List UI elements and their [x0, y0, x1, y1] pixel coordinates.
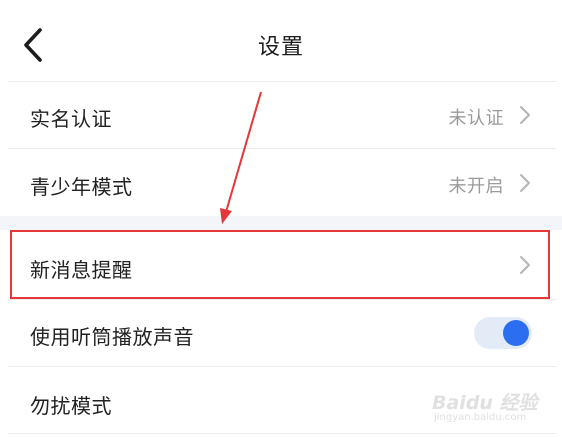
- settings-row-teen-mode[interactable]: 青少年模式 未开启: [0, 149, 562, 216]
- page-title: 设置: [257, 35, 304, 60]
- divider: [8, 433, 556, 434]
- row-label: 青少年模式: [30, 175, 133, 199]
- section-gap: [0, 216, 562, 230]
- chevron-right-icon: [520, 256, 530, 274]
- settings-screen: 设置 实名认证 未认证 青少年模式 未开启 新消息提醒 使用听筒播放声音 勿扰模…: [0, 0, 562, 437]
- baidu-watermark: Baidu 经验 jingyan.baidu.com: [428, 382, 556, 430]
- row-label: 使用听筒播放声音: [30, 325, 194, 349]
- watermark-brand: Baidu 经验: [432, 392, 538, 414]
- toggle-knob: [503, 320, 529, 346]
- row-label: 勿扰模式: [30, 394, 112, 418]
- settings-row-new-message-alert[interactable]: 新消息提醒: [0, 230, 562, 299]
- chevron-right-icon: [520, 174, 530, 192]
- row-value: 未认证: [448, 108, 504, 129]
- row-label: 新消息提醒: [30, 258, 133, 282]
- watermark-site: jingyan.baidu.com: [434, 412, 527, 423]
- row-value: 未开启: [448, 176, 504, 197]
- earpiece-toggle[interactable]: [474, 317, 532, 349]
- settings-row-real-name[interactable]: 实名认证 未认证: [0, 82, 562, 148]
- chevron-right-icon: [520, 106, 530, 124]
- row-label: 实名认证: [30, 107, 112, 131]
- header: 设置: [0, 0, 562, 82]
